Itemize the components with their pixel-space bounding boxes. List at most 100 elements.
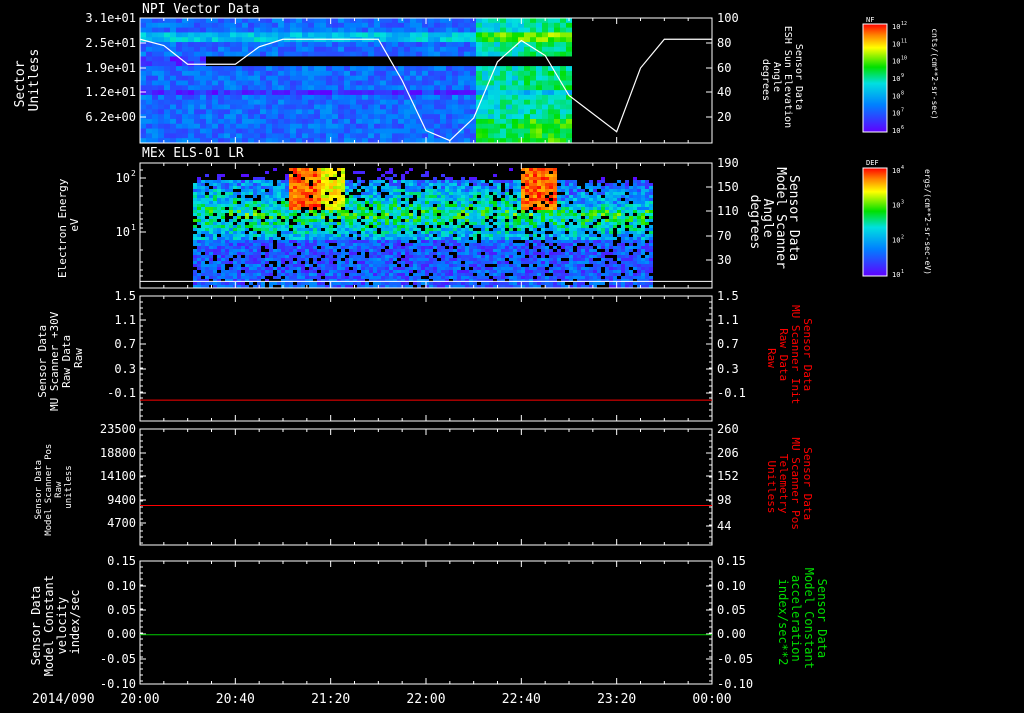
heatmap-cell — [493, 180, 497, 183]
heatmap-cell — [513, 219, 517, 222]
heatmap-cell — [297, 267, 301, 270]
heatmap-cell — [554, 95, 560, 100]
heatmap-cell — [446, 90, 452, 95]
heatmap-cell — [337, 216, 341, 219]
heatmap-cell — [218, 81, 224, 86]
heatmap-cell — [385, 231, 389, 234]
heatmap-cell — [320, 61, 326, 66]
heatmap-cell — [497, 246, 501, 249]
heatmap-cell — [248, 42, 254, 47]
heatmap-cell — [254, 95, 260, 100]
heatmap-cell — [194, 28, 200, 33]
heatmap-cell — [302, 85, 308, 90]
heatmap-cell — [353, 243, 357, 246]
heatmap-cell — [488, 37, 494, 42]
heatmap-cell — [309, 192, 313, 195]
heatmap-cell — [377, 246, 381, 249]
heatmap-cell — [536, 90, 542, 95]
heatmap-cell — [485, 246, 489, 249]
heatmap-cell — [269, 180, 273, 183]
heatmap-cell — [464, 42, 470, 47]
colorbar-units: cnts/(cm**2-sr-sec) — [930, 28, 939, 120]
heatmap-cell — [477, 216, 481, 219]
heatmap-cell — [416, 95, 422, 100]
heatmap-cell — [206, 119, 212, 124]
heatmap-cell — [380, 61, 386, 66]
heatmap-cell — [265, 258, 269, 261]
heatmap-cell — [353, 249, 357, 252]
heatmap-cell — [421, 180, 425, 183]
heatmap-cell — [405, 270, 409, 273]
heatmap-cell — [533, 261, 537, 264]
heatmap-cell — [201, 183, 205, 186]
heatmap-cell — [245, 267, 249, 270]
heatmap-cell — [317, 231, 321, 234]
heatmap-cell — [537, 270, 541, 273]
heatmap-cell — [533, 177, 537, 180]
heatmap-cell — [545, 192, 549, 195]
heatmap-cell — [217, 228, 221, 231]
heatmap-cell — [416, 105, 422, 110]
y2-tick-label: 20 — [717, 110, 731, 124]
heatmap-cell — [428, 23, 434, 28]
heatmap-cell — [392, 100, 398, 105]
heatmap-cell — [521, 258, 525, 261]
heatmap-cell — [365, 282, 369, 285]
heatmap-cell — [253, 270, 257, 273]
colorbar-tick-label: 10 — [892, 110, 900, 118]
heatmap-cell — [513, 270, 517, 273]
heatmap-cell — [140, 85, 146, 90]
heatmap-cell — [473, 282, 477, 285]
heatmap-cell — [201, 228, 205, 231]
heatmap-cell — [537, 180, 541, 183]
heatmap-cell — [386, 124, 392, 129]
heatmap-cell — [313, 195, 317, 198]
heatmap-cell — [416, 129, 422, 134]
heatmap-cell — [209, 189, 213, 192]
heatmap-cell — [393, 264, 397, 267]
heatmap-cell — [512, 133, 518, 138]
heatmap-cell — [170, 133, 176, 138]
heatmap-cell — [301, 231, 305, 234]
heatmap-cell — [380, 119, 386, 124]
heatmap-cell — [413, 258, 417, 261]
heatmap-cell — [497, 207, 501, 210]
heatmap-cell — [457, 258, 461, 261]
heatmap-cell — [445, 228, 449, 231]
heatmap-cell — [488, 85, 494, 90]
heatmap-cell — [320, 95, 326, 100]
heatmap-cell — [389, 222, 393, 225]
heatmap-cell — [176, 119, 182, 124]
heatmap-cell — [277, 228, 281, 231]
heatmap-cell — [152, 18, 158, 23]
heatmap-cell — [337, 264, 341, 267]
heatmap-cell — [209, 243, 213, 246]
heatmap-cell — [421, 210, 425, 213]
heatmap-cell — [285, 180, 289, 183]
heatmap-cell — [302, 42, 308, 47]
heatmap-cell — [164, 37, 170, 42]
heatmap-cell — [413, 273, 417, 276]
heatmap-cell — [548, 42, 554, 47]
heatmap-cell — [277, 270, 281, 273]
heatmap-cell — [301, 168, 305, 171]
heatmap-cell — [457, 264, 461, 267]
heatmap-cell — [260, 109, 266, 114]
heatmap-cell — [473, 222, 477, 225]
heatmap-cell — [146, 18, 152, 23]
heatmap-cell — [437, 246, 441, 249]
heatmap-cell — [477, 189, 481, 192]
heatmap-cell — [245, 228, 249, 231]
heatmap-cell — [488, 47, 494, 52]
heatmap-cell — [536, 124, 542, 129]
heatmap-cell — [428, 18, 434, 23]
heatmap-cell — [433, 195, 437, 198]
heatmap-cell — [509, 216, 513, 219]
heatmap-cell — [350, 28, 356, 33]
heatmap-cell — [273, 231, 277, 234]
heatmap-cell — [473, 204, 477, 207]
heatmap-cell — [385, 189, 389, 192]
heatmap-cell — [356, 18, 362, 23]
heatmap-cell — [541, 258, 545, 261]
heatmap-cell — [554, 90, 560, 95]
